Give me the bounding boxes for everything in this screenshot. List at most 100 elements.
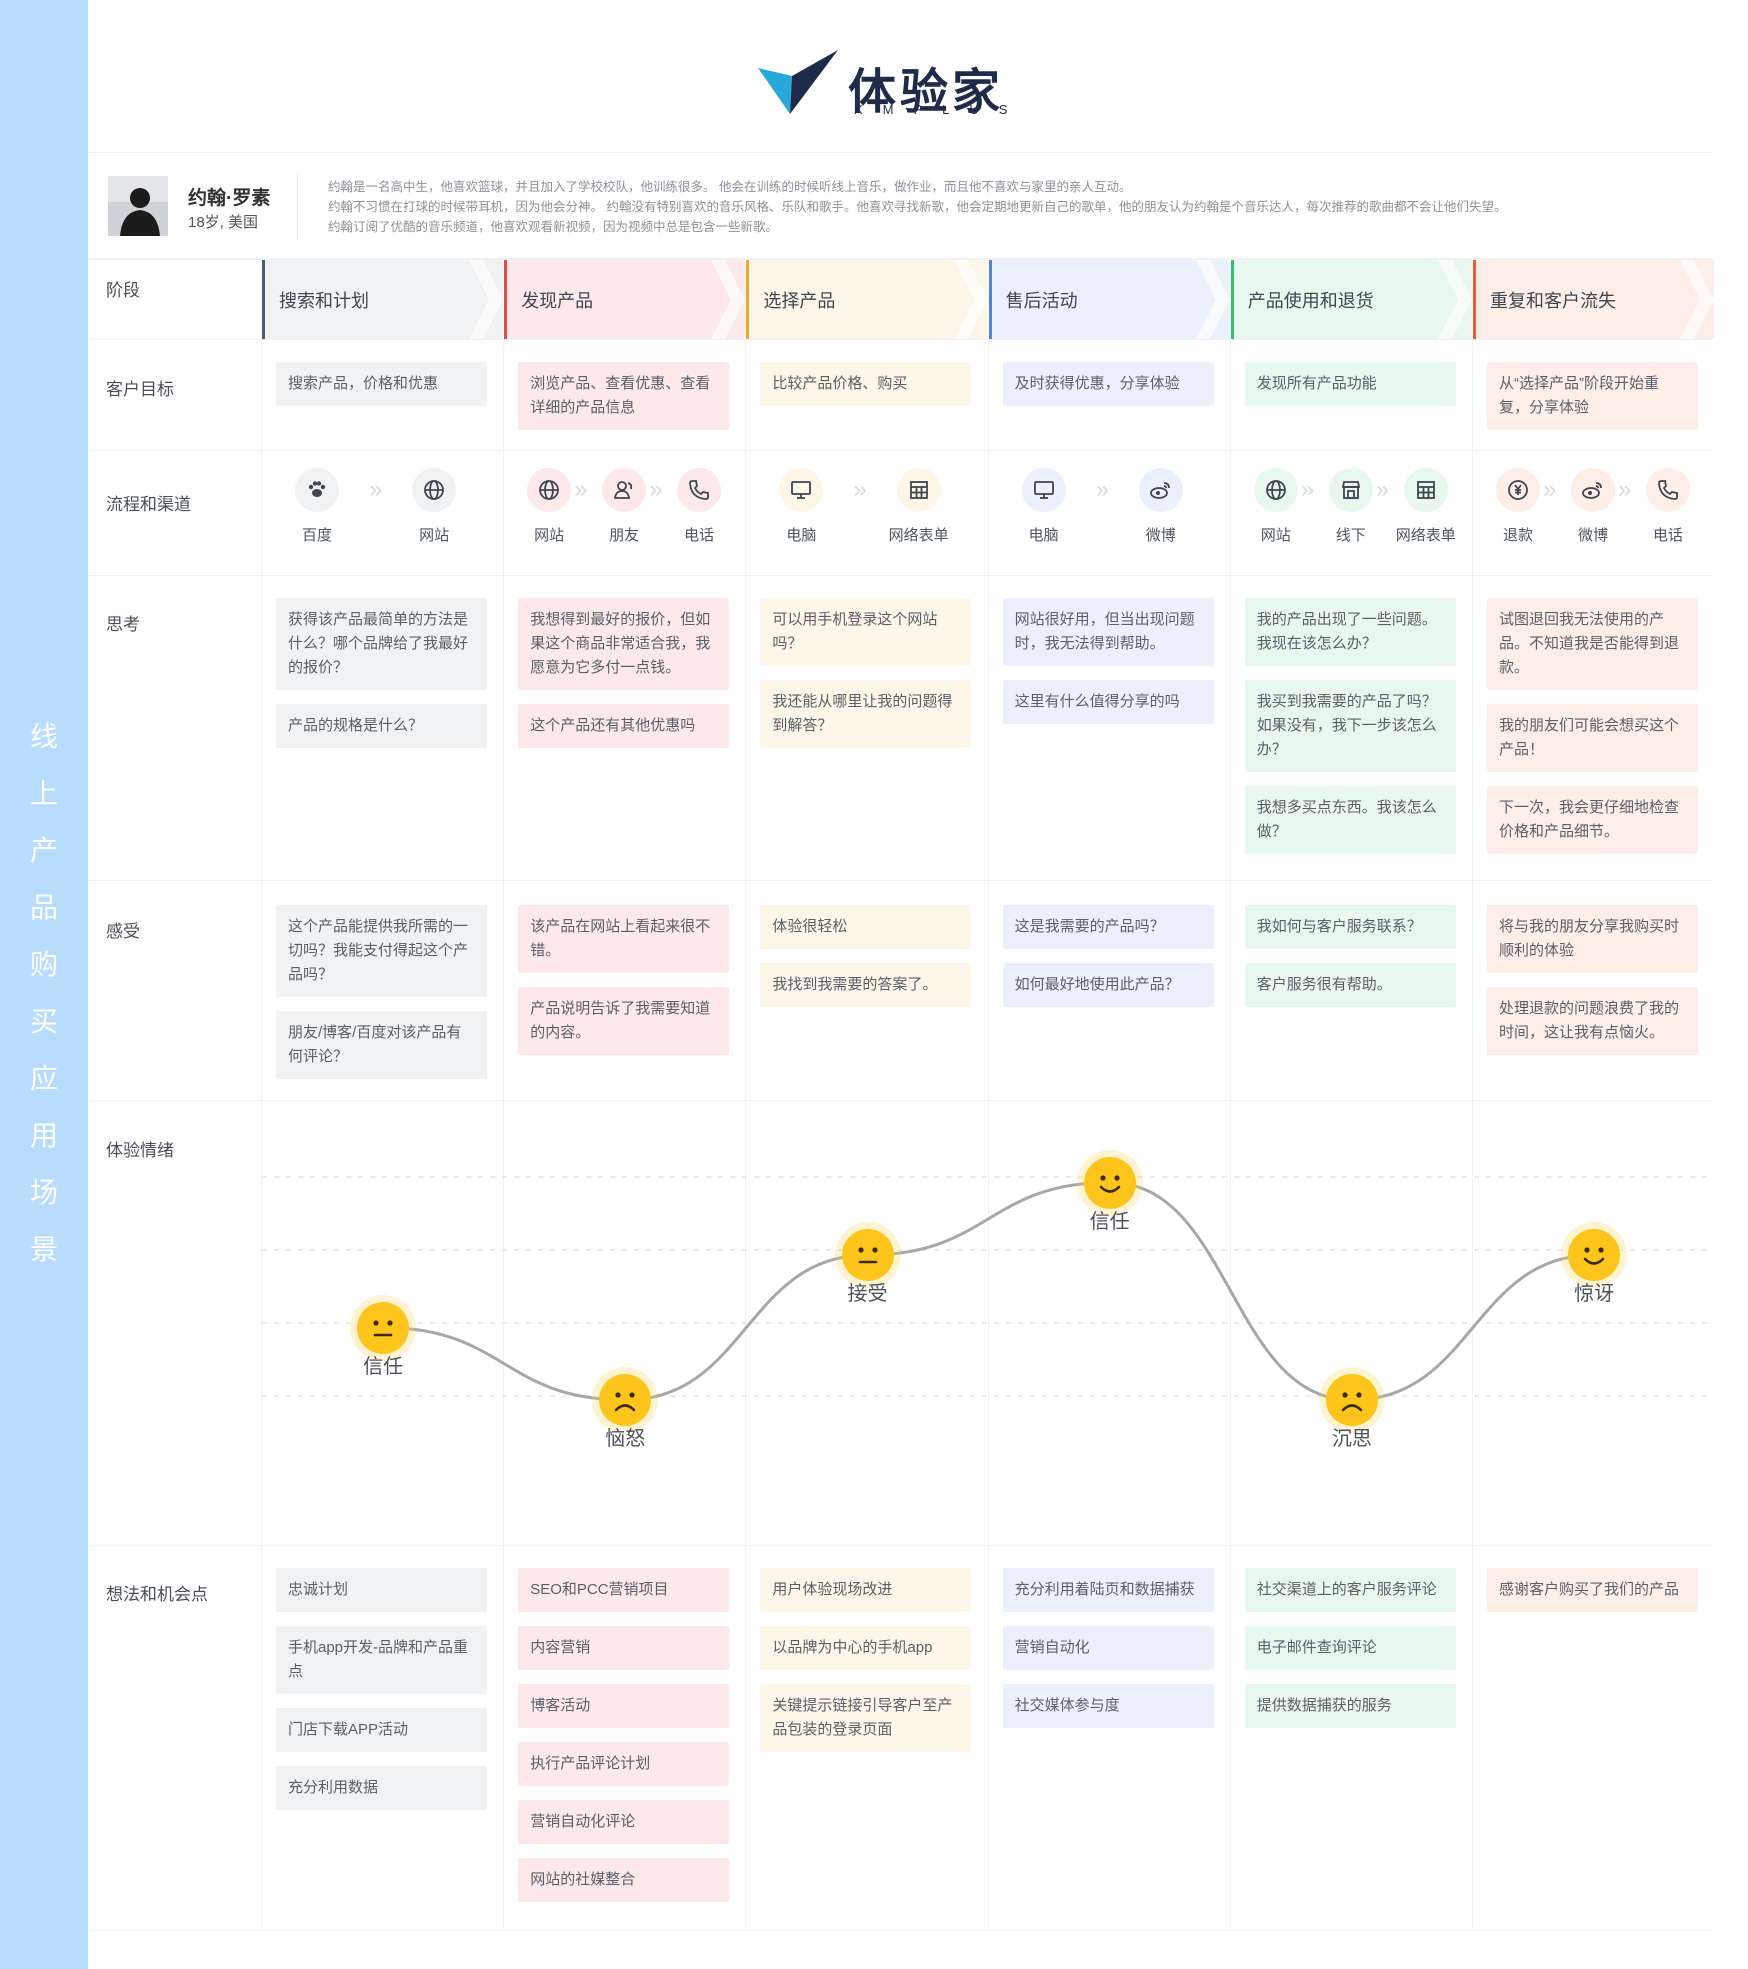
happy-face-icon	[1083, 1156, 1136, 1209]
form-grid-icon	[896, 468, 941, 512]
ideas-card: 提供数据捕获的服务	[1244, 1684, 1456, 1728]
goal-card: 搜索产品，价格和优惠	[276, 362, 487, 406]
stage-header: 搜索和计划	[262, 260, 504, 339]
globe-icon	[1253, 468, 1298, 512]
think-card: 可以用手机登录这个网站吗？	[760, 598, 972, 666]
left-sidebar: 线上产品购买应用场景	[0, 0, 88, 1969]
chevron-right-icon	[469, 260, 504, 339]
happy-face-icon	[1568, 1229, 1621, 1281]
think-card: 我想得到最好的报价，但如果这个商品非常适合我，我愿意为它多付一点钱。	[518, 598, 730, 690]
store-icon	[1328, 468, 1373, 512]
ideas-card: 感谢客户购买了我们的产品	[1487, 1568, 1698, 1612]
ideas-card: 手机app开发-品牌和产品重点	[276, 1626, 487, 1694]
channel-label: 微博	[1577, 527, 1608, 544]
flow-arrow-icon: »	[1095, 476, 1110, 503]
stage-title: 重复和客户流失	[1490, 290, 1616, 311]
weibo-icon	[1571, 468, 1615, 512]
emotion-curve	[383, 1180, 1595, 1402]
row-divider	[88, 450, 1712, 451]
feel-card: 如何最好地使用此产品？	[1002, 963, 1214, 1007]
sidebar-title-char: 景	[29, 1234, 58, 1265]
ideas-card: 内容营销	[518, 1626, 730, 1670]
ideas-card: 网站的社媒整合	[518, 1858, 730, 1902]
persona-age: 18岁, 美国	[188, 214, 259, 231]
think-card: 试图退回我无法使用的产品。不知道我是否能得到退款。	[1487, 598, 1698, 690]
journey-map: 体验家 XMPLUS 约翰·罗素 18岁, 美国 约翰是一名高中生，他喜欢篮球，…	[88, 0, 1748, 1969]
row-label-ideas: 想法和机会点	[106, 1585, 208, 1604]
channel-label: 线下	[1335, 527, 1366, 544]
bio-line: 约翰不习惯在打球的时候带耳机，因为他会分神。 约翰没有特别喜欢的音乐风格、乐队和…	[328, 200, 1507, 214]
sidebar-title-char: 产	[29, 835, 58, 866]
globe-icon	[412, 468, 457, 512]
persona-name: 约翰·罗素	[188, 188, 271, 209]
emotion-label: 沉思	[1331, 1428, 1372, 1450]
goal-card: 浏览产品、查看优惠、查看详细的产品信息	[518, 362, 730, 430]
ideas-card: 电子邮件查询评论	[1244, 1626, 1456, 1670]
channel-label: 朋友	[609, 527, 640, 544]
sidebar-title-char: 购	[29, 949, 58, 980]
stage-header: 选择产品	[746, 260, 988, 339]
phone-icon	[1646, 468, 1690, 512]
monitor-icon	[1021, 468, 1066, 512]
avatar	[108, 176, 168, 236]
emotion-label: 信任	[363, 1355, 404, 1378]
stage-title: 产品使用和退货	[1247, 290, 1374, 311]
feel-card: 我如何与客户服务联系？	[1244, 905, 1456, 949]
emotion-label: 接受	[847, 1283, 888, 1305]
logo-subtext: XMPLUS	[854, 102, 1028, 117]
row-divider	[88, 575, 1712, 576]
sidebar-title-char: 场	[29, 1177, 58, 1208]
persona-card: 约翰·罗素 18岁, 美国 约翰是一名高中生，他喜欢篮球，并且加入了学校校队，他…	[88, 152, 1712, 259]
feel-card: 将与我的朋友分享我购买时顺利的体验	[1487, 905, 1698, 973]
sidebar-title-char: 线	[29, 721, 58, 752]
form-grid-icon	[1403, 468, 1448, 512]
stage-header: 重复和客户流失	[1473, 260, 1715, 339]
channel-item: 电话	[664, 468, 734, 545]
emotion-label: 信任	[1089, 1210, 1130, 1233]
stage-header: 产品使用和退货	[1230, 260, 1472, 339]
row-label-think: 思考	[106, 615, 140, 634]
ideas-card: 以品牌为中心的手机app	[760, 1626, 972, 1670]
row-divider	[88, 1930, 1712, 1931]
flow-arrow-icon: »	[1300, 476, 1315, 503]
flow-arrow-icon: »	[853, 476, 867, 503]
channel-label: 电脑	[786, 527, 817, 544]
emotion-label: 惊讶	[1574, 1283, 1615, 1305]
stage-header: 售后活动	[988, 260, 1230, 339]
think-card: 产品的规格是什么？	[276, 704, 487, 748]
weibo-icon	[1138, 468, 1183, 512]
think-card: 我想多买点东西。我该怎么做？	[1244, 786, 1456, 854]
row-label-stage: 阶段	[106, 281, 140, 300]
channel-label: 网站	[419, 527, 450, 544]
ideas-card: 社交渠道上的客户服务评论	[1244, 1568, 1456, 1612]
channel-item: 网络表单	[1391, 468, 1461, 545]
channel-item: 百度	[282, 468, 352, 545]
ideas-card: 营销自动化	[1002, 1626, 1214, 1670]
ideas-card: 门店下载APP活动	[276, 1708, 487, 1752]
channel-item: 微博	[1126, 468, 1196, 545]
channel-label: 电脑	[1028, 527, 1059, 544]
emotion-chart	[262, 1176, 1712, 1402]
globe-icon	[527, 468, 572, 512]
channel-item: 网站	[399, 468, 469, 545]
sidebar-title-char: 应	[29, 1063, 58, 1094]
think-card: 我的朋友们可能会想买这个产品！	[1487, 704, 1698, 772]
neutral-face-icon	[357, 1301, 410, 1354]
channel-label: 退款	[1502, 527, 1533, 544]
think-card: 这个产品还有其他优惠吗	[518, 704, 730, 748]
feel-card: 处理退款的问题浪费了我的时间，这让我有点恼火。	[1487, 987, 1698, 1055]
flow-arrow-icon: »	[1375, 476, 1390, 503]
channel-label: 百度	[301, 527, 332, 544]
persona-divider	[297, 173, 298, 240]
ideas-card: 博客活动	[518, 1684, 730, 1728]
feel-card: 该产品在网站上看起来很不错。	[518, 905, 730, 973]
persona-bio: 约翰是一名高中生，他喜欢篮球，并且加入了学校校队，他训练很多。 他会在训练的时候…	[328, 177, 1698, 237]
channel-label: 微博	[1145, 527, 1176, 544]
feel-card: 我找到我需要的答案了。	[760, 963, 972, 1007]
ideas-card: 关键提示链接引导客户至产品包装的登录页面	[760, 1684, 972, 1752]
ideas-card: 忠诚计划	[276, 1568, 487, 1612]
row-label-goal: 客户目标	[106, 380, 174, 399]
friend-icon	[602, 468, 647, 512]
stage-title: 发现产品	[521, 290, 594, 311]
ideas-card: 用户体验现场改进	[760, 1568, 972, 1612]
